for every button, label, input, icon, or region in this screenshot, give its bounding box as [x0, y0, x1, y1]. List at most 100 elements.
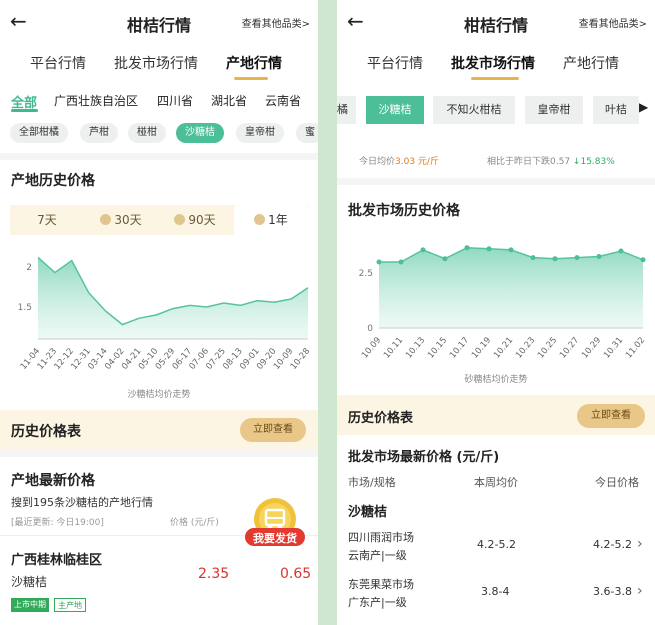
tab-platform[interactable]: 平台行情 — [30, 53, 86, 73]
tab-platform[interactable]: 平台行情 — [367, 53, 423, 73]
x-tick-label: 10.09 — [360, 336, 383, 361]
origin-price-chart: 21.511-0411-2312-1212-3103-1404-0204-210… — [18, 256, 312, 372]
variety-chip[interactable]: 橘 — [337, 96, 356, 124]
data-point — [398, 259, 404, 265]
range-label: 90天 — [188, 213, 216, 227]
history-table-title: 历史价格表 — [348, 411, 414, 426]
change-percent: ↓15.83% — [572, 157, 615, 167]
history-table-title: 历史价格表 — [11, 424, 81, 440]
market-spec: 云南产|一级 — [348, 549, 407, 562]
data-point — [596, 254, 602, 259]
x-tick-label: 10.19 — [470, 336, 493, 361]
data-point — [508, 247, 514, 253]
today-average: 今日均价3.03 元/斤 — [359, 154, 439, 167]
variety-chip[interactable]: 叶桔 — [593, 96, 639, 124]
range-label: 7天 — [37, 213, 57, 227]
x-tick-label: 10.25 — [536, 336, 559, 361]
tab-origin[interactable]: 产地行情 — [563, 53, 619, 73]
data-point — [486, 246, 492, 252]
variety-chip[interactable]: 皇帝柑 — [525, 96, 583, 124]
column-market: 市场/规格 — [348, 476, 396, 489]
range-1y[interactable]: 1年 — [234, 205, 308, 235]
data-point — [376, 259, 382, 265]
x-tick-label: 10.27 — [558, 336, 581, 361]
header: ← 柑桔行情 查看其他品类> — [0, 0, 318, 44]
data-point — [420, 247, 426, 253]
clock-icon — [254, 214, 266, 225]
market-name: 四川雨润市场 — [348, 531, 414, 544]
y-tick-label: 2 — [26, 263, 32, 273]
y-tick-label: 0 — [367, 324, 373, 334]
x-tick-label: 10.15 — [426, 336, 449, 361]
screen-divider — [318, 0, 337, 625]
province-sichuan[interactable]: 四川省 — [157, 92, 193, 109]
province-underline — [11, 109, 38, 112]
data-point — [640, 257, 646, 263]
other-category-link[interactable]: 查看其他品类> — [242, 15, 310, 30]
tab-origin[interactable]: 产地行情 — [226, 53, 282, 73]
variety-chip[interactable]: 蜜 — [296, 123, 318, 143]
variety-chip[interactable]: 全部柑橘 — [10, 123, 68, 143]
price-high: 0.65 — [280, 566, 312, 582]
week-average: 4.2-5.2 — [477, 538, 516, 551]
series-area — [379, 247, 643, 328]
price-compare: 相比于昨日下跌0.57 ↓15.83% — [487, 154, 615, 167]
view-history-button[interactable]: 立即查看 — [240, 418, 306, 442]
y-tick-label: 1.5 — [18, 303, 32, 313]
data-point — [574, 255, 580, 261]
today-price: 4.2-5.2 — [593, 538, 632, 551]
x-tick-label: 10.11 — [382, 336, 405, 361]
variety-group: 沙糖桔 — [348, 505, 388, 520]
today-price: 3.6-3.8 — [593, 585, 632, 598]
tab-wholesale[interactable]: 批发市场行情 — [114, 53, 198, 73]
view-history-button[interactable]: 立即查看 — [577, 404, 645, 428]
province-yunnan[interactable]: 云南省 — [265, 92, 301, 109]
section-divider — [0, 450, 318, 457]
left-screen: ← 柑桔行情 查看其他品类> 平台行情 批发市场行情 产地行情 全部 广西壮族自… — [0, 0, 318, 625]
variety-chip[interactable]: 椪柑 — [128, 123, 166, 143]
week-average: 3.8-4 — [481, 585, 510, 598]
range-90d[interactable]: 90天 — [158, 205, 232, 235]
ship-goods-button[interactable]: 我要发货 — [244, 497, 306, 553]
ship-goods-label: 我要发货 — [253, 532, 297, 545]
latest-wholesale-title: 批发市场最新价格 (元/斤) — [348, 450, 500, 465]
market-name: 东莞果菜市场 — [348, 578, 414, 591]
today-average-value: 3.03 元/斤 — [395, 157, 439, 167]
tab-wholesale[interactable]: 批发市场行情 — [451, 53, 535, 73]
variety-chip[interactable]: 皇帝柑 — [236, 123, 284, 143]
wholesale-price-chart: 2.5010.0910.1110.1310.1510.1710.1910.211… — [359, 245, 647, 361]
x-tick-label: 10.17 — [448, 336, 471, 361]
data-point — [442, 256, 448, 262]
x-tick-label: 10.31 — [602, 336, 625, 361]
tab-underline — [471, 77, 519, 80]
x-tick-label: 10.13 — [404, 336, 427, 361]
x-tick-label: 10.23 — [514, 336, 537, 361]
variety-name: 沙糖桔 — [11, 575, 48, 589]
stage-badge: 上市中期 — [11, 598, 49, 612]
scroll-right-icon[interactable]: ▶ — [639, 100, 648, 114]
x-tick-label: 10.29 — [580, 336, 603, 361]
origin-badge: 主产地 — [54, 598, 86, 612]
data-point — [464, 245, 470, 251]
province-hubei[interactable]: 湖北省 — [211, 92, 247, 109]
y-tick-label: 2.5 — [359, 269, 373, 279]
market-spec: 广东产|一级 — [348, 596, 407, 609]
column-today-price: 今日价格 — [595, 476, 639, 489]
variety-chip-selected[interactable]: 沙糖桔 — [176, 123, 224, 143]
range-7d[interactable]: 7天 — [10, 205, 84, 235]
result-count: 搜到195条沙糖桔的产地行情 — [11, 496, 153, 509]
wholesale-history-title: 批发市场历史价格 — [348, 203, 460, 219]
other-category-link[interactable]: 查看其他品类> — [579, 15, 647, 30]
tab-bar: 平台行情 批发市场行情 产地行情 — [337, 44, 655, 84]
chart-caption: 砂糖桔均价走势 — [464, 375, 528, 385]
section-divider — [337, 178, 655, 185]
data-point — [618, 248, 624, 254]
variety-chip[interactable]: 芦柑 — [80, 123, 118, 143]
variety-chip[interactable]: 不知火柑桔 — [433, 96, 515, 124]
province-guangxi[interactable]: 广西壮族自治区 — [54, 92, 138, 109]
update-time: [最近更新: 今日19:00] — [11, 518, 104, 528]
range-30d[interactable]: 30天 — [84, 205, 158, 235]
origin-history-title: 产地历史价格 — [11, 173, 95, 189]
chevron-right-icon: › — [637, 536, 643, 552]
variety-chip-selected[interactable]: 沙糖桔 — [366, 96, 424, 124]
